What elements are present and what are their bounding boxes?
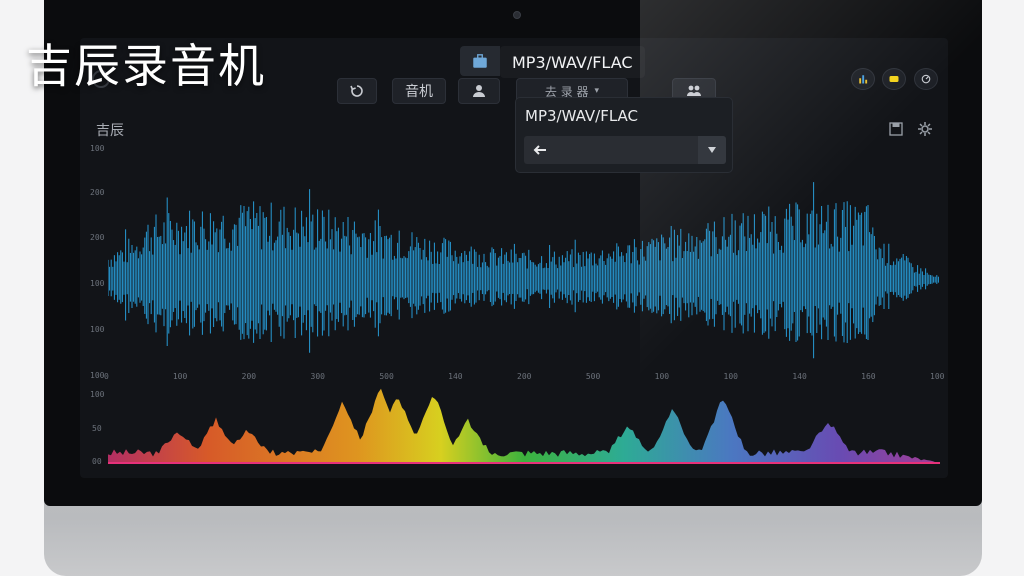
x-label: 100 <box>723 372 738 381</box>
user-icon <box>473 85 485 97</box>
x-label: 0 <box>104 372 109 381</box>
format-label: MP3/WAV/FLAC <box>500 46 645 78</box>
format-select[interactable] <box>524 136 726 164</box>
spectrum-y-label: 100 <box>90 390 105 399</box>
format-dropdown-panel: MP3/WAV/FLAC <box>515 97 733 173</box>
app-title: 吉辰录音机 <box>26 39 266 93</box>
x-label: 100 <box>654 372 670 381</box>
dial-icon <box>921 74 931 84</box>
x-label: 300 <box>310 372 325 381</box>
camera-icon <box>513 11 521 19</box>
x-label: 140 <box>448 372 463 381</box>
gear-button[interactable] <box>917 121 935 137</box>
y-label: 100 <box>90 279 105 288</box>
y-label: 100 <box>90 325 105 334</box>
undo-icon <box>350 85 363 97</box>
arrow-left-icon <box>533 145 546 155</box>
x-label: 200 <box>517 372 532 381</box>
yellow-tag-icon <box>889 76 899 82</box>
x-label: 160 <box>861 372 876 381</box>
user-button[interactable] <box>458 78 500 104</box>
panel-title: 吉辰 <box>96 123 124 139</box>
y-label: 200 <box>90 188 105 197</box>
x-label: 100 <box>172 372 188 381</box>
y-label: 100 <box>90 371 105 380</box>
waveform-display[interactable] <box>108 160 940 380</box>
spectrum-display[interactable] <box>108 385 940 465</box>
chart-button[interactable] <box>851 68 875 90</box>
chevron-down-icon: ▾ <box>594 86 600 96</box>
x-label: 100 <box>930 372 945 381</box>
spectrum-y-label: 00 <box>92 457 102 466</box>
undo-button[interactable] <box>337 78 377 104</box>
bar-chart-icon <box>859 75 868 84</box>
y-label: 100 <box>90 144 105 153</box>
save-icon <box>889 122 903 136</box>
x-label: 200 <box>241 372 257 381</box>
y-label: 200 <box>90 233 105 242</box>
gear-icon <box>918 122 932 136</box>
x-label: 500 <box>379 372 394 381</box>
x-label: 500 <box>585 372 601 381</box>
settings-button[interactable] <box>914 68 938 90</box>
chevron-down-icon[interactable] <box>698 136 726 164</box>
record-button[interactable]: 音机 <box>392 78 446 104</box>
save-button[interactable] <box>888 121 906 137</box>
briefcase-icon <box>473 54 487 68</box>
x-label: 140 <box>792 372 807 381</box>
format-button[interactable] <box>460 46 500 76</box>
spectrum-y-label: 50 <box>92 424 102 433</box>
dropdown-title: MP3/WAV/FLAC <box>525 107 639 125</box>
highlight-button[interactable] <box>882 68 906 90</box>
